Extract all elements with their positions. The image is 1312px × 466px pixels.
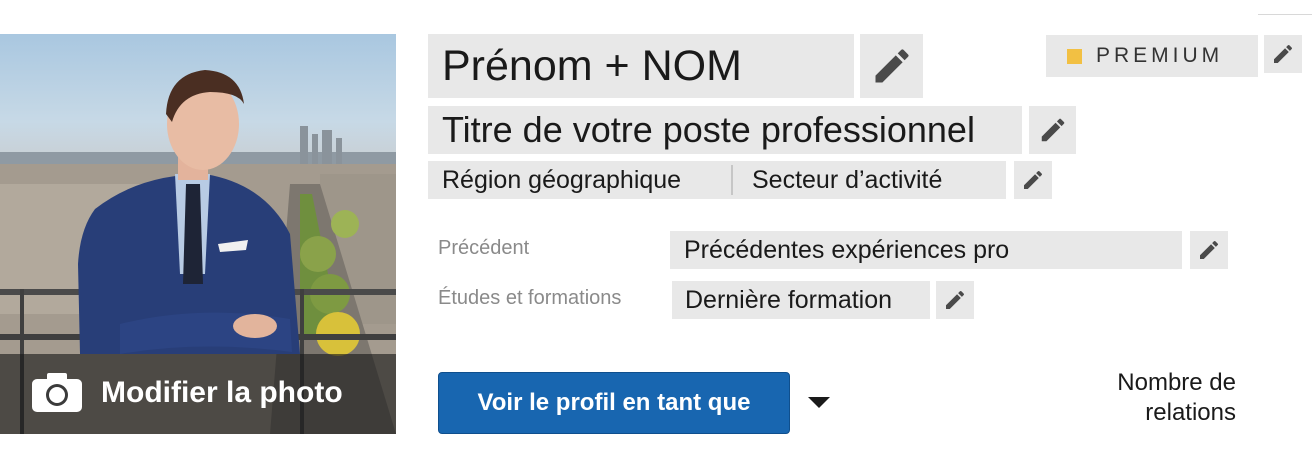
edit-name-button[interactable] <box>860 34 923 98</box>
edit-title-button[interactable] <box>1029 106 1076 154</box>
pencil-icon <box>946 290 965 309</box>
edit-photo-button[interactable]: Modifier la photo <box>0 354 396 434</box>
region-field[interactable]: Région géographique <box>428 161 734 199</box>
edit-photo-label: Modifier la photo <box>101 376 343 409</box>
field-divider <box>731 165 733 195</box>
education-field[interactable]: Dernière formation <box>672 281 930 319</box>
profile-photo[interactable]: Modifier la photo <box>0 34 396 434</box>
job-title-field[interactable]: Titre de votre poste professionnel <box>428 106 1022 154</box>
pencil-icon <box>1200 240 1219 259</box>
pencil-icon <box>1024 170 1043 189</box>
top-divider <box>1258 14 1312 15</box>
relations-count: Nombre de relations <box>1060 368 1236 428</box>
premium-label: PREMIUM <box>1096 44 1224 67</box>
relations-line-1: Nombre de <box>1117 369 1236 396</box>
pencil-icon <box>1041 118 1064 142</box>
edit-previous-button[interactable] <box>1190 231 1228 269</box>
previous-label: Précédent <box>438 237 530 259</box>
premium-square-icon <box>1067 49 1082 64</box>
chevron-down-icon[interactable] <box>808 397 830 408</box>
education-label: Études et formations <box>438 287 622 309</box>
edit-location-button[interactable] <box>1014 161 1052 199</box>
relations-line-2: relations <box>1145 399 1236 426</box>
edit-premium-button[interactable] <box>1264 35 1302 73</box>
premium-badge[interactable]: PREMIUM <box>1046 35 1258 77</box>
view-profile-as-button[interactable]: Voir le profil en tant que <box>438 372 790 434</box>
sector-field[interactable]: Secteur d’activité <box>734 161 1006 199</box>
pencil-icon <box>1274 44 1293 63</box>
previous-experience-field[interactable]: Précédentes expériences pro <box>670 231 1182 269</box>
name-field[interactable]: Prénom + NOM <box>428 34 854 98</box>
edit-education-button[interactable] <box>936 281 974 319</box>
pencil-icon <box>875 49 909 83</box>
